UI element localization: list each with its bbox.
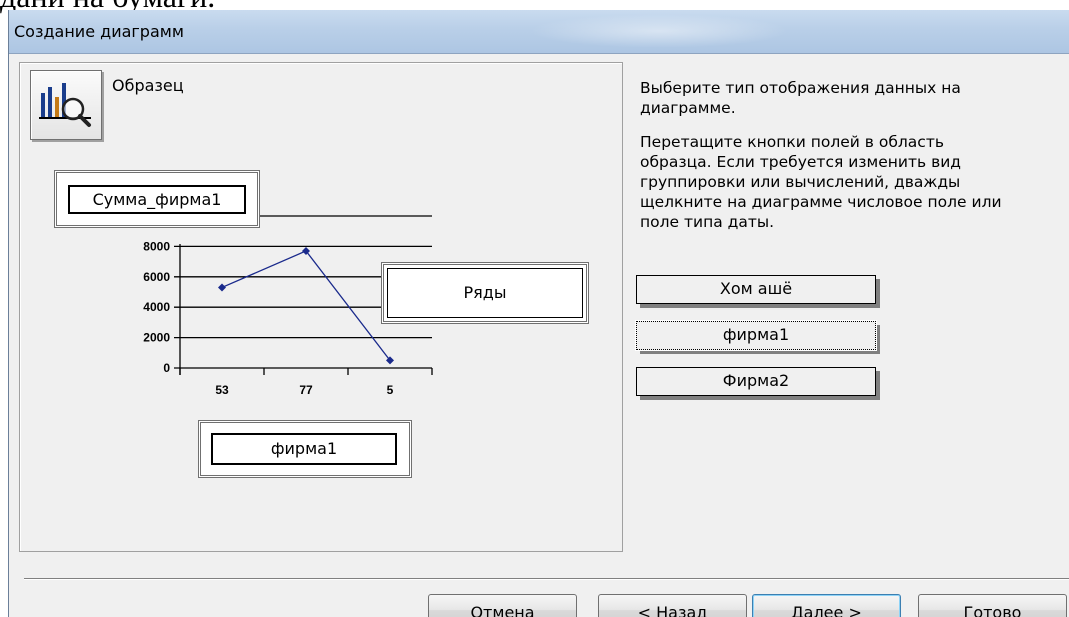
series-field-label: Ряды [387,268,583,318]
back-button-prefix: < [637,603,657,617]
y-tick-label: 8000 [143,239,170,253]
x-tick-label: 53 [215,383,229,397]
page: дани на бумаги. Создание диаграмм Образе… [0,0,1069,617]
next-button-label: алее > [803,603,862,617]
y-tick-label: 0 [163,361,170,375]
back-button[interactable]: < Назад [598,594,747,617]
instruction-para-line: группировки или вычислений, дважды [640,173,961,191]
cancel-button-label: Отмена [470,603,535,617]
next-button[interactable]: Далее > [752,594,901,617]
axis-field-label: фирма1 [211,433,397,465]
x-tick-label: 5 [387,383,394,397]
instruction-para-line: Перетащите кнопки полей в область [640,133,944,151]
y-tick-label: 4000 [143,300,170,314]
instruction-para-line: образца. Если требуется изменить вид [640,153,961,171]
series-line [221,250,391,361]
finish-button-label: отово [973,603,1022,617]
y-tick-label: 6000 [143,270,170,284]
finish-button[interactable]: Готово [918,594,1067,617]
x-tick-label: 77 [299,383,313,397]
footer-separator [24,578,1069,580]
instruction-line-1: Выберите тип отображения данных на [640,79,961,97]
data-point [218,283,226,292]
value-field-label: Сумма_фирма1 [68,185,246,214]
back-button-label: азад [668,603,708,617]
y-tick-label: 2000 [143,331,170,345]
field-button-firma2[interactable]: Фирма2 [636,367,876,396]
cancel-button[interactable]: Отмена [428,594,577,617]
instruction-para-line: щелкните на диаграмме числовое поле или [640,193,1002,211]
instruction-line-2: диаграмме. [640,99,736,117]
field-button-hom-ashe[interactable]: Хом ашё [636,275,876,304]
instruction-para-line: поле типа даты. [640,213,775,231]
finish-button-accesskey: Г [963,603,974,617]
field-button-firma1[interactable]: фирма1 [635,320,877,351]
back-button-accesskey: Н [656,603,669,617]
next-button-accesskey: Д [791,603,804,617]
